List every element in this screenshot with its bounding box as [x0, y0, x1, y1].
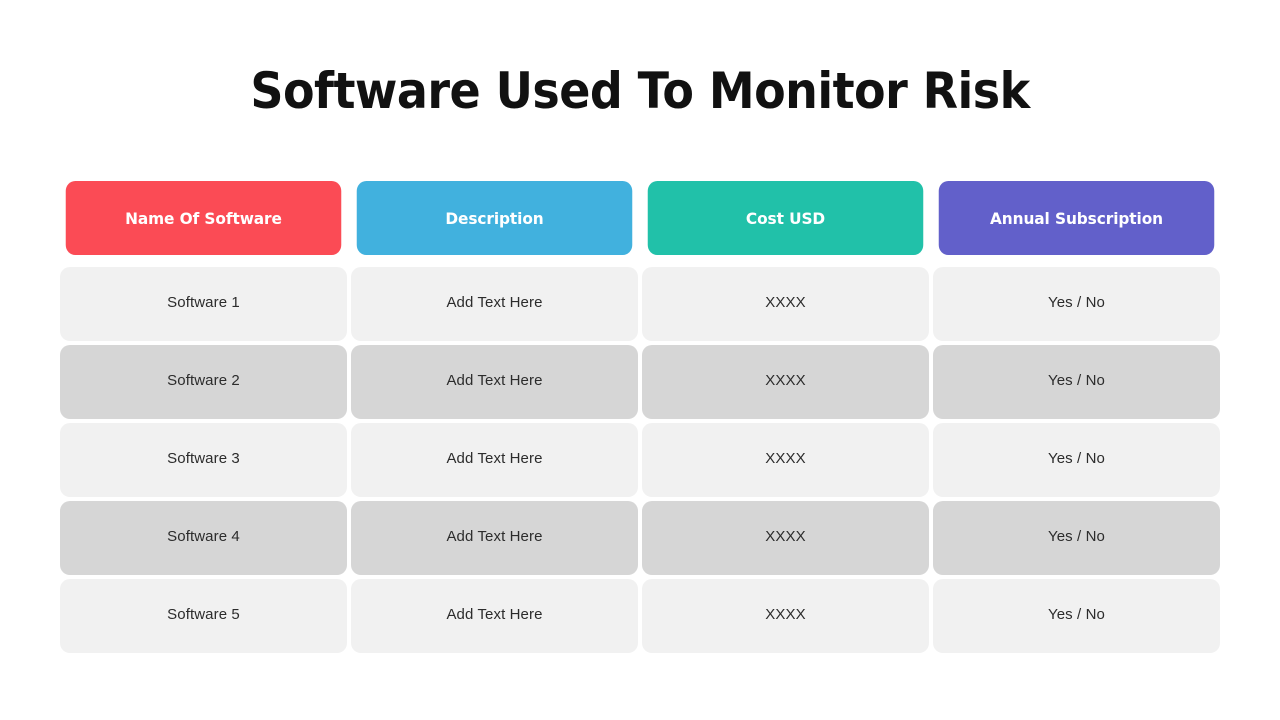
table-cell-text: XXXX — [765, 605, 806, 623]
slide-canvas: Software Used To Monitor Risk Name Of So… — [0, 0, 1280, 720]
table-cell-text: Software 5 — [167, 605, 240, 623]
page-title: Software Used To Monitor Risk — [250, 62, 1030, 120]
table-row: Software 5 Add Text Here XXXX Yes / No — [60, 579, 1220, 653]
table-cell-software-name[interactable]: Software 4 — [60, 501, 347, 575]
table-header-cell-cost-usd[interactable]: Cost USD — [647, 181, 924, 255]
table-header-label: Annual Subscription — [989, 208, 1164, 228]
table-cell-text: Software 4 — [167, 527, 240, 545]
table-cell-annual-subscription[interactable]: Yes / No — [933, 501, 1220, 575]
table-cell-text: XXXX — [765, 527, 806, 545]
table-header-row: Name Of Software Description Cost USD An… — [60, 181, 1220, 255]
table-row: Software 4 Add Text Here XXXX Yes / No — [60, 501, 1220, 575]
table-row: Software 2 Add Text Here XXXX Yes / No — [60, 345, 1220, 419]
table-row: Software 3 Add Text Here XXXX Yes / No — [60, 423, 1220, 497]
table-cell-text: Software 1 — [167, 293, 240, 311]
table-cell-cost[interactable]: XXXX — [642, 501, 929, 575]
table-header-cell-name-of-software[interactable]: Name Of Software — [65, 181, 342, 255]
table-cell-text: Add Text Here — [446, 449, 543, 467]
table-cell-text: Yes / No — [1048, 371, 1105, 389]
table-cell-text: Add Text Here — [446, 371, 543, 389]
table-cell-text: Yes / No — [1048, 527, 1105, 545]
table-cell-text: XXXX — [765, 371, 806, 389]
table-cell-text: Add Text Here — [446, 293, 543, 311]
table-cell-annual-subscription[interactable]: Yes / No — [933, 345, 1220, 419]
software-risk-table: Name Of Software Description Cost USD An… — [60, 181, 1220, 657]
table-cell-cost[interactable]: XXXX — [642, 267, 929, 341]
table-cell-text: XXXX — [765, 449, 806, 467]
table-cell-description[interactable]: Add Text Here — [351, 579, 638, 653]
table-cell-annual-subscription[interactable]: Yes / No — [933, 267, 1220, 341]
table-header-cell-annual-subscription[interactable]: Annual Subscription — [938, 181, 1215, 255]
table-header-label: Name Of Software — [125, 208, 282, 228]
table-row: Software 1 Add Text Here XXXX Yes / No — [60, 267, 1220, 341]
table-cell-text: Yes / No — [1048, 293, 1105, 311]
table-cell-text: Add Text Here — [446, 605, 543, 623]
table-cell-description[interactable]: Add Text Here — [351, 423, 638, 497]
table-cell-cost[interactable]: XXXX — [642, 423, 929, 497]
table-header-cell-description[interactable]: Description — [356, 181, 633, 255]
table-cell-text: Yes / No — [1048, 605, 1105, 623]
table-cell-cost[interactable]: XXXX — [642, 579, 929, 653]
table-cell-software-name[interactable]: Software 2 — [60, 345, 347, 419]
table-cell-text: Software 2 — [167, 371, 240, 389]
table-cell-software-name[interactable]: Software 3 — [60, 423, 347, 497]
table-cell-annual-subscription[interactable]: Yes / No — [933, 423, 1220, 497]
table-cell-software-name[interactable]: Software 5 — [60, 579, 347, 653]
table-header-label: Description — [445, 208, 544, 228]
table-cell-annual-subscription[interactable]: Yes / No — [933, 579, 1220, 653]
table-cell-cost[interactable]: XXXX — [642, 345, 929, 419]
table-cell-description[interactable]: Add Text Here — [351, 501, 638, 575]
table-cell-text: Software 3 — [167, 449, 240, 467]
table-cell-software-name[interactable]: Software 1 — [60, 267, 347, 341]
table-cell-description[interactable]: Add Text Here — [351, 267, 638, 341]
table-cell-text: Yes / No — [1048, 449, 1105, 467]
table-header-label: Cost USD — [745, 208, 826, 228]
table-cell-text: XXXX — [765, 293, 806, 311]
table-cell-description[interactable]: Add Text Here — [351, 345, 638, 419]
table-cell-text: Add Text Here — [446, 527, 543, 545]
